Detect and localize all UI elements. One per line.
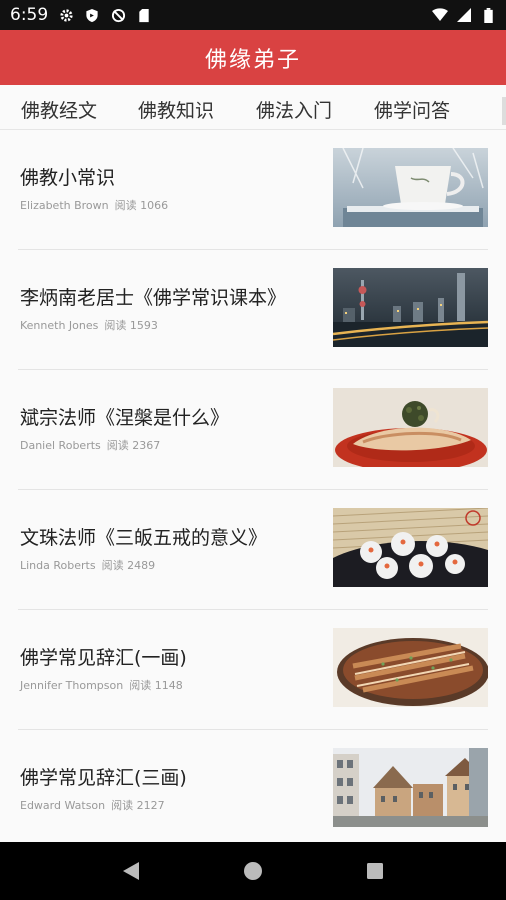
sd-card-icon	[136, 7, 152, 23]
no-sync-icon	[110, 7, 126, 23]
article-author: Linda Roberts	[20, 559, 96, 572]
plated-dish-image	[333, 388, 488, 467]
article-meta: Linda Roberts 阅读 2489	[20, 557, 155, 573]
status-icons-left	[58, 7, 152, 23]
app-bar: 佛缘弟子	[0, 30, 506, 85]
battery-icon	[480, 7, 496, 23]
article-thumbnail[interactable]	[333, 268, 488, 347]
article-reads: 阅读 2367	[106, 439, 161, 452]
article-meta: Daniel Roberts 阅读 2367	[20, 437, 160, 453]
article-title: 斌宗法师《涅槃是什么》	[20, 407, 230, 429]
article-author: Edward Watson	[20, 799, 106, 812]
article-reads: 阅读 1593	[104, 319, 158, 332]
tab-buddhist-scriptures[interactable]: 佛教经文	[21, 96, 97, 129]
article-item[interactable]: 佛学常见辞汇(一画) Jennifer Thompson 阅读 1148	[18, 610, 488, 730]
article-reads: 阅读 2127	[111, 799, 165, 812]
app-title: 佛缘弟子	[204, 47, 301, 73]
category-tabs: 佛教经文 佛教知识 佛法入门 佛学问答	[0, 85, 506, 130]
article-meta: Elizabeth Brown 阅读 1066	[20, 197, 168, 213]
status-time: 6:59	[10, 5, 49, 25]
article-item[interactable]: 佛学常见辞汇(三画) Edward Watson 阅读 2127	[18, 730, 488, 842]
article-meta: Jennifer Thompson 阅读 1148	[20, 677, 183, 693]
article-author: Elizabeth Brown	[20, 199, 109, 212]
system-nav-bar	[0, 842, 506, 900]
old-town-street-image	[333, 748, 488, 827]
article-meta: Edward Watson 阅读 2127	[20, 797, 165, 813]
dumplings-image	[333, 508, 488, 587]
back-icon[interactable]	[119, 859, 143, 883]
tab-scroll-hint	[502, 97, 506, 125]
gear-icon	[58, 7, 74, 23]
teacup-in-snow-image	[333, 148, 488, 227]
article-thumbnail[interactable]	[333, 388, 488, 467]
shield-icon	[84, 7, 100, 23]
article-thumbnail[interactable]	[333, 508, 488, 587]
article-item[interactable]: 佛教小常识 Elizabeth Brown 阅读 1066	[18, 130, 488, 250]
tab-dharma-intro[interactable]: 佛法入门	[256, 96, 332, 129]
article-item[interactable]: 斌宗法师《涅槃是什么》 Daniel Roberts 阅读 2367	[18, 370, 488, 490]
article-author: Kenneth Jones	[20, 319, 99, 332]
wifi-icon	[432, 7, 448, 23]
article-author: Jennifer Thompson	[20, 679, 124, 692]
article-reads: 阅读 1066	[114, 199, 169, 212]
city-skyline-image	[333, 268, 488, 347]
article-thumbnail[interactable]	[333, 628, 488, 707]
article-reads: 阅读 2489	[101, 559, 156, 572]
article-title: 李炳南老居士《佛学常识课本》	[20, 287, 287, 309]
signal-icon	[456, 7, 472, 23]
article-thumbnail[interactable]	[333, 748, 488, 827]
article-thumbnail[interactable]	[333, 148, 488, 227]
article-list: 佛教小常识 Elizabeth Brown 阅读 1066 李炳南老居士《佛学常识…	[0, 130, 506, 842]
article-title: 佛教小常识	[20, 167, 116, 189]
status-icons-right	[432, 7, 496, 23]
article-title: 佛学常见辞汇(一画)	[20, 647, 187, 669]
article-meta: Kenneth Jones 阅读 1593	[20, 317, 158, 333]
article-title: 佛学常见辞汇(三画)	[20, 767, 187, 789]
tab-buddhism-qa[interactable]: 佛学问答	[374, 96, 450, 129]
rolled-dish-image	[333, 628, 488, 707]
home-icon[interactable]	[241, 859, 265, 883]
article-author: Daniel Roberts	[20, 439, 101, 452]
article-title: 文珠法师《三皈五戒的意义》	[20, 527, 268, 549]
article-reads: 阅读 1148	[129, 679, 183, 692]
status-bar: 6:59	[0, 0, 506, 30]
recents-icon[interactable]	[363, 859, 387, 883]
article-item[interactable]: 李炳南老居士《佛学常识课本》 Kenneth Jones 阅读 1593	[18, 250, 488, 370]
article-item[interactable]: 文珠法师《三皈五戒的意义》 Linda Roberts 阅读 2489	[18, 490, 488, 610]
tab-buddhist-knowledge[interactable]: 佛教知识	[138, 96, 214, 129]
